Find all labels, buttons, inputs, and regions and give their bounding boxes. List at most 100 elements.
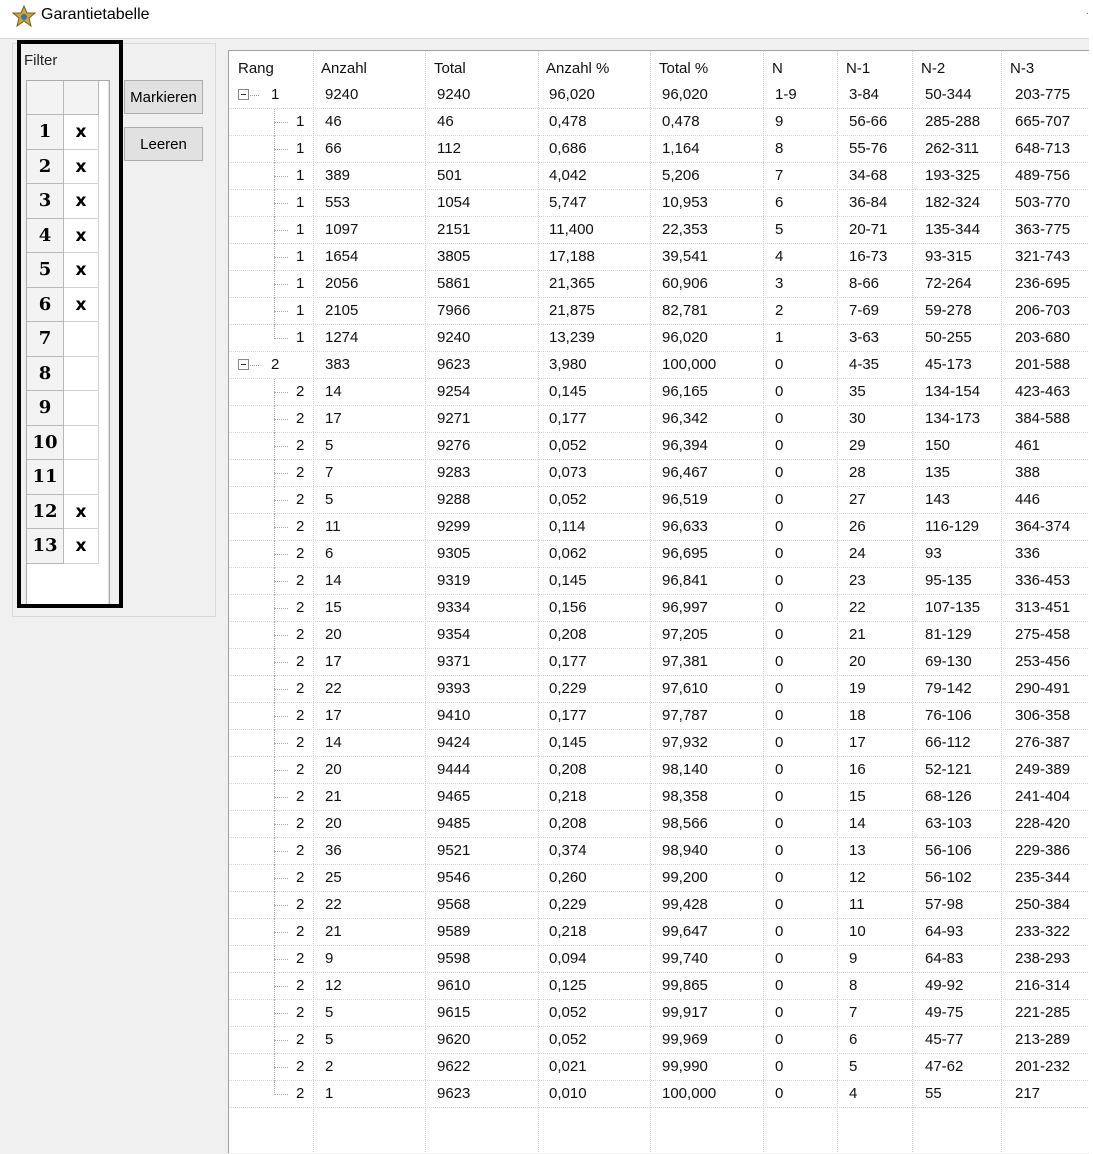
table-row[interactable]: 1 553 1054 5,747 10,953 6 36-84 182-324 503-770 (229, 190, 1089, 217)
table-row[interactable]: 1 46 46 0,478 0,478 9 56-66 285-288 665-707 (229, 109, 1089, 136)
tree-connector (274, 770, 288, 771)
table-row[interactable]: 2 6 9305 0,062 96,695 0 24 93 336 (229, 541, 1089, 568)
cell-anzahl-pct: 21,875 (549, 302, 595, 319)
table-row[interactable]: 2 17 9271 0,177 96,342 0 30 134-173 384-588 (229, 406, 1089, 433)
group-row[interactable]: 1 9240 9240 96,020 96,020 1-9 3-84 50-344 203-77… (229, 82, 1089, 109)
cell-n2: 79-142 (925, 680, 972, 697)
cell-anzahl: 17 (325, 410, 342, 427)
cell-total: 9319 (437, 572, 471, 589)
guarantee-table[interactable]: Rang Anzahl Total Anzahl % Total % N N-1 N-2 N-3… (228, 50, 1089, 1153)
table-row[interactable]: 2 20 9485 0,208 98,566 0 14 63-103 228-420 (229, 811, 1089, 838)
table-row[interactable]: 2 11 9299 0,114 96,633 0 26 116-129 364-374 (229, 514, 1089, 541)
table-row[interactable]: 2 20 9444 0,208 98,140 0 16 52-121 249-389 (229, 757, 1089, 784)
column-header[interactable]: N-3 (1010, 60, 1034, 77)
cell-total-pct: 97,932 (662, 734, 708, 751)
table-row[interactable]: 2 21 9465 0,218 98,358 0 15 68-126 241-404 (229, 784, 1089, 811)
cell-n3: 221-285 (1015, 1004, 1071, 1021)
column-header[interactable]: Rang (238, 60, 274, 77)
cell-total: 9521 (437, 842, 471, 859)
table-row[interactable]: 2 9 9598 0,094 99,740 0 9 64-83 238-293 (229, 946, 1089, 973)
column-header[interactable]: N-2 (921, 60, 945, 77)
collapse-toggle-icon[interactable] (238, 89, 249, 100)
column-header[interactable]: Anzahl (321, 60, 367, 77)
cell-rang: 2 (296, 1058, 305, 1075)
table-row[interactable]: 2 25 9546 0,260 99,200 0 12 56-102 235-344 (229, 865, 1089, 892)
table-row[interactable]: 2 22 9568 0,229 99,428 0 11 57-98 250-384 (229, 892, 1089, 919)
cell-rang: 2 (296, 437, 305, 454)
column-header[interactable]: Total (434, 60, 466, 77)
cell-total-pct: 100,000 (662, 356, 717, 373)
cell-total: 9371 (437, 653, 471, 670)
cell-rang: 2 (271, 356, 280, 373)
column-header[interactable]: Total % (659, 60, 708, 77)
cell-anzahl: 5 (325, 1031, 334, 1048)
cell-total-pct: 99,740 (662, 950, 708, 967)
table-row[interactable]: 2 14 9424 0,145 97,932 0 17 66-112 276-387 (229, 730, 1089, 757)
cell-n3: 321-743 (1015, 248, 1071, 265)
cell-total-pct: 97,610 (662, 680, 708, 697)
group-row[interactable]: 2 383 9623 3,980 100,000 0 4-35 45-173 201-588 (229, 352, 1089, 379)
markieren-button[interactable]: Markieren (124, 80, 203, 114)
table-row[interactable]: 2 22 9393 0,229 97,610 0 19 79-142 290-491 (229, 676, 1089, 703)
cell-n: 0 (775, 518, 784, 535)
cell-anzahl: 7 (325, 464, 334, 481)
cell-n2: 56-102 (925, 869, 972, 886)
cell-anzahl-pct: 17,188 (549, 248, 595, 265)
table-row[interactable]: 2 14 9319 0,145 96,841 0 23 95-135 336-453 (229, 568, 1089, 595)
cell-rang: 2 (296, 707, 305, 724)
cell-total: 9424 (437, 734, 471, 751)
cell-total: 9622 (437, 1058, 471, 1075)
cell-anzahl-pct: 96,020 (549, 86, 595, 103)
cell-n: 0 (775, 410, 784, 427)
tree-connector (274, 203, 288, 204)
cell-n1: 9 (849, 950, 858, 967)
cell-n3: 229-386 (1015, 842, 1071, 859)
leeren-button[interactable]: Leeren (124, 127, 203, 161)
cell-total-pct: 97,787 (662, 707, 708, 724)
table-row[interactable]: 1 1654 3805 17,188 39,541 4 16-73 93-315 321-743 (229, 244, 1089, 271)
table-row[interactable]: 2 15 9334 0,156 96,997 0 22 107-135 313-451 (229, 595, 1089, 622)
table-row[interactable]: 2 17 9410 0,177 97,787 0 18 76-106 306-358 (229, 703, 1089, 730)
column-header[interactable]: N (772, 60, 783, 77)
table-row[interactable]: 2 5 9615 0,052 99,917 0 7 49-75 221-285 (229, 1000, 1089, 1027)
cell-anzahl-pct: 0,177 (549, 410, 587, 427)
cell-n3: 446 (1015, 491, 1041, 508)
table-row[interactable]: 2 5 9276 0,052 96,394 0 29 150 461 (229, 433, 1089, 460)
table-row[interactable]: 2 2 9622 0,021 99,990 0 5 47-62 201-232 (229, 1054, 1089, 1081)
cell-n: 0 (775, 896, 784, 913)
table-row[interactable]: 2 21 9589 0,218 99,647 0 10 64-93 233-322 (229, 919, 1089, 946)
table-row[interactable]: 2 14 9254 0,145 96,165 0 35 134-154 423-463 (229, 379, 1089, 406)
table-row[interactable]: 2 5 9288 0,052 96,519 0 27 143 446 (229, 487, 1089, 514)
table-row[interactable]: 1 389 501 4,042 5,206 7 34-68 193-325 489-756 (229, 163, 1089, 190)
table-row[interactable]: 2 1 9623 0,010 100,000 0 4 55 217 (229, 1081, 1089, 1108)
table-row[interactable]: 2 17 9371 0,177 97,381 0 20 69-130 253-456 (229, 649, 1089, 676)
cell-n: 5 (775, 221, 784, 238)
table-row[interactable]: 1 1097 2151 11,400 22,353 5 20-71 135-344 363-77… (229, 217, 1089, 244)
cell-n3: 235-344 (1015, 869, 1071, 886)
cell-n3: 217 (1015, 1085, 1041, 1102)
cell-total: 9305 (437, 545, 471, 562)
table-row[interactable]: 2 20 9354 0,208 97,205 0 21 81-129 275-458 (229, 622, 1089, 649)
cell-n3: 275-458 (1015, 626, 1071, 643)
table-row[interactable]: 2 12 9610 0,125 99,865 0 8 49-92 216-314 (229, 973, 1089, 1000)
table-row[interactable]: 2 36 9521 0,374 98,940 0 13 56-106 229-386 (229, 838, 1089, 865)
cell-n1: 13 (849, 842, 866, 859)
table-row[interactable]: 1 66 112 0,686 1,164 8 55-76 262-311 648-713 (229, 136, 1089, 163)
cell-n: 0 (775, 572, 784, 589)
table-row[interactable]: 1 2105 7966 21,875 82,781 2 7-69 59-278 206-703 (229, 298, 1089, 325)
cell-n2: 66-112 (925, 734, 971, 751)
table-row[interactable]: 1 2056 5861 21,365 60,906 3 8-66 72-264 236-695 (229, 271, 1089, 298)
cell-n1: 34-68 (849, 167, 888, 184)
cell-n2: 150 (925, 437, 951, 454)
table-row[interactable]: 1 1274 9240 13,239 96,020 1 3-63 50-255 203-680 (229, 325, 1089, 352)
cell-rang: 2 (296, 1004, 305, 1021)
tree-connector (274, 824, 288, 825)
cell-anzahl: 9240 (325, 86, 359, 103)
table-row[interactable]: 2 7 9283 0,073 96,467 0 28 135 388 (229, 460, 1089, 487)
cell-rang: 2 (296, 1085, 305, 1102)
collapse-toggle-icon[interactable] (238, 359, 249, 370)
cell-anzahl-pct: 21,365 (549, 275, 595, 292)
table-row[interactable]: 2 5 9620 0,052 99,969 0 6 45-77 213-289 (229, 1027, 1089, 1054)
column-header[interactable]: N-1 (846, 60, 870, 77)
column-header[interactable]: Anzahl % (546, 60, 609, 77)
